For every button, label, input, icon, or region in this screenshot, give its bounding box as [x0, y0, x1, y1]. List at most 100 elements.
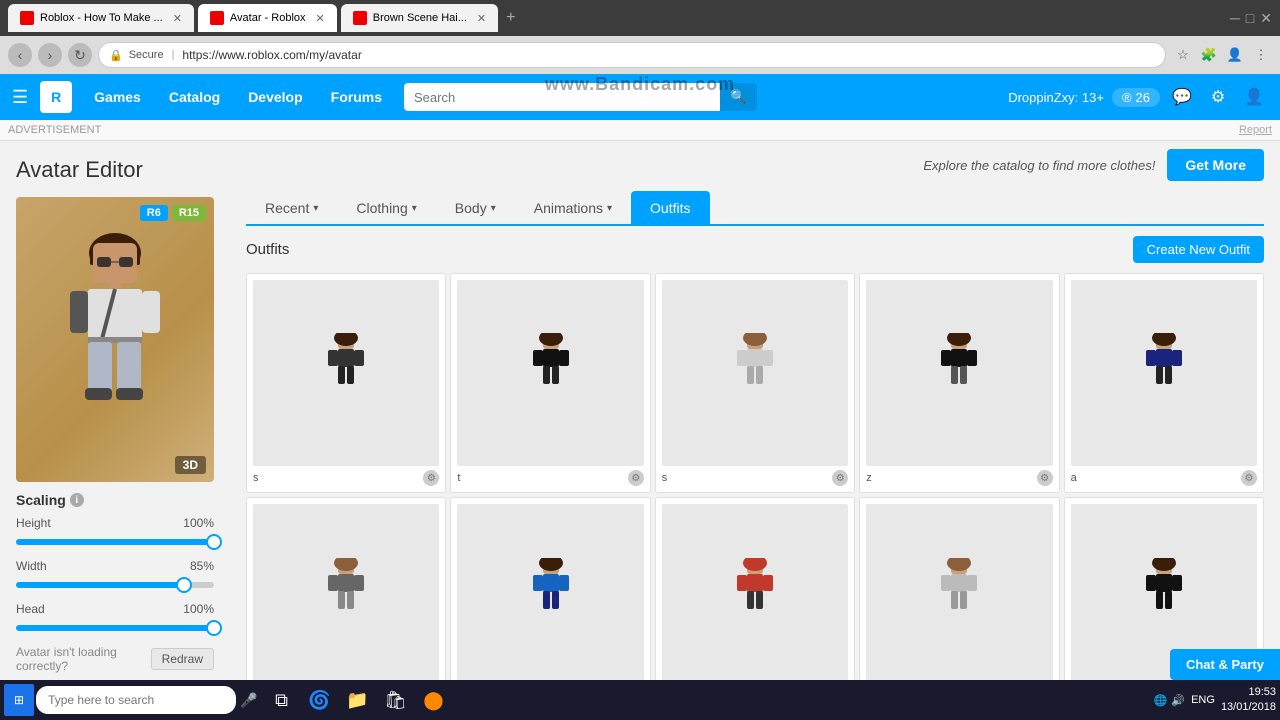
tab-recent[interactable]: Recent ▾ [246, 191, 337, 224]
r15-badge[interactable]: R15 [172, 205, 206, 221]
head-label: Head [16, 602, 45, 616]
tab2-close[interactable]: ✕ [316, 12, 325, 25]
right-panel: Explore the catalog to find more clothes… [230, 141, 1280, 717]
head-row: Head 100% [16, 602, 214, 637]
maximize-btn[interactable]: □ [1246, 10, 1254, 26]
outfit-card[interactable]: s ⚙ [246, 273, 446, 493]
head-slider[interactable] [16, 619, 214, 637]
clock-date: 13/01/2018 [1221, 700, 1276, 715]
address-bar[interactable]: 🔒 Secure | https://www.roblox.com/my/ava… [98, 42, 1166, 68]
outfit-card[interactable]: s ⚙ [655, 273, 855, 493]
close-btn[interactable]: ✕ [1260, 10, 1272, 27]
nav-forums[interactable]: Forums [317, 74, 396, 120]
outfit-image [253, 504, 439, 690]
taskbar-app-icons: ⧉ 🌀 📁 🛍 ⬤ [264, 682, 452, 718]
width-fill [16, 582, 184, 588]
windows-icon: ⊞ [14, 693, 24, 707]
nav-catalog[interactable]: Catalog [155, 74, 234, 120]
new-tab-btn[interactable]: + [506, 9, 515, 27]
outfit-image [662, 280, 848, 466]
outfit-card[interactable]: z ⚙ [859, 273, 1059, 493]
outfit-card[interactable]: t ⚙ [450, 273, 650, 493]
roblox-logo[interactable]: R [40, 81, 72, 113]
height-fill [16, 539, 214, 545]
clothing-dropdown-arrow: ▾ [412, 203, 417, 214]
tab3-close[interactable]: ✕ [477, 12, 486, 25]
taskbar-edge-icon[interactable]: 🌀 [302, 682, 338, 718]
chat-icon[interactable]: 💬 [1168, 83, 1196, 111]
search-button[interactable]: 🔍 [720, 83, 757, 111]
tab-body[interactable]: Body ▾ [436, 191, 515, 224]
outfit-card[interactable]: a ⚙ [1064, 273, 1264, 493]
3d-toggle-btn[interactable]: 3D [175, 456, 206, 474]
start-button[interactable]: ⊞ [4, 684, 34, 716]
browser-tabs-bar: Roblox - How To Make ... ✕ Avatar - Robl… [0, 0, 1280, 36]
tab-clothing[interactable]: Clothing ▾ [337, 191, 435, 224]
settings-icon[interactable]: ⋮ [1250, 44, 1272, 66]
extensions-icon[interactable]: 🧩 [1198, 44, 1220, 66]
outfit-gear-icon[interactable]: ⚙ [423, 470, 439, 486]
scaling-info-icon[interactable]: i [70, 493, 84, 507]
r6-badge[interactable]: R6 [140, 205, 168, 221]
outfit-gear-icon[interactable]: ⚙ [628, 470, 644, 486]
animations-dropdown-arrow: ▾ [607, 203, 612, 214]
taskbar-task-view[interactable]: ⧉ [264, 682, 300, 718]
scaling-title: Scaling i [16, 492, 214, 508]
volume-icon: 🔊 [1171, 694, 1185, 707]
head-thumb[interactable] [206, 620, 222, 636]
reload-btn[interactable]: ↻ [68, 43, 92, 67]
back-btn[interactable]: ‹ [8, 43, 32, 67]
height-label: Height [16, 516, 51, 530]
user-account-icon[interactable]: 👤 [1224, 44, 1246, 66]
chat-party-btn[interactable]: Chat & Party [1170, 649, 1280, 680]
nav-develop[interactable]: Develop [234, 74, 316, 120]
taskbar-explorer-icon[interactable]: 📁 [340, 682, 376, 718]
search-input[interactable] [404, 83, 724, 111]
avatar-preview: R6 R15 [16, 197, 214, 482]
taskbar-store-icon[interactable]: 🛍 [378, 682, 414, 718]
outfit-gear-icon[interactable]: ⚙ [1241, 470, 1257, 486]
browser-tab-3[interactable]: Brown Scene Hai... ✕ [341, 4, 498, 32]
browser-controls-bar: ‹ › ↻ 🔒 Secure | https://www.roblox.com/… [0, 36, 1280, 74]
profile-icon[interactable]: 👤 [1240, 83, 1268, 111]
tab1-close[interactable]: ✕ [173, 12, 182, 25]
username-label: DroppinZxy: 13+ [1008, 90, 1104, 105]
robux-badge[interactable]: ® 26 [1112, 88, 1160, 107]
height-slider[interactable] [16, 533, 214, 551]
height-value: 100% [183, 516, 214, 530]
outfits-section-title: Outfits [246, 241, 289, 258]
get-more-button[interactable]: Get More [1167, 149, 1264, 181]
taskbar-mic-icon[interactable]: 🎤 [240, 692, 257, 709]
create-outfit-button[interactable]: Create New Outfit [1133, 236, 1264, 263]
browser-tab-2[interactable]: Avatar - Roblox ✕ [198, 4, 337, 32]
tab-outfits[interactable]: Outfits [631, 191, 709, 224]
minimize-btn[interactable]: ─ [1230, 10, 1240, 26]
outfit-gear-icon[interactable]: ⚙ [1037, 470, 1053, 486]
width-thumb[interactable] [176, 577, 192, 593]
tab2-favicon [210, 11, 224, 25]
body-dropdown-arrow: ▾ [491, 203, 496, 214]
taskbar-search-input[interactable] [36, 686, 236, 714]
hamburger-menu[interactable]: ☰ [12, 87, 28, 108]
bookmark-icon[interactable]: ☆ [1172, 44, 1194, 66]
outfit-image [457, 280, 643, 466]
robux-count: 26 [1136, 90, 1150, 105]
report-link[interactable]: Report [1239, 124, 1272, 136]
outfits-header: Outfits Create New Outfit [246, 236, 1264, 263]
main-content: Avatar Editor R6 R15 [0, 141, 1280, 717]
browser-tab-1[interactable]: Roblox - How To Make ... ✕ [8, 4, 194, 32]
left-panel: Avatar Editor R6 R15 [0, 141, 230, 717]
outfit-image [253, 280, 439, 466]
nav-games[interactable]: Games [80, 74, 155, 120]
forward-btn[interactable]: › [38, 43, 62, 67]
outfit-image [662, 504, 848, 690]
settings-nav-icon[interactable]: ⚙ [1204, 83, 1232, 111]
height-thumb[interactable] [206, 534, 222, 550]
taskbar-clock: 19:53 13/01/2018 [1221, 685, 1276, 716]
tab-animations[interactable]: Animations ▾ [515, 191, 631, 224]
outfit-gear-icon[interactable]: ⚙ [832, 470, 848, 486]
redraw-btn[interactable]: Redraw [151, 648, 214, 670]
taskbar-chrome-icon[interactable]: ⬤ [416, 682, 452, 718]
outfit-image [1071, 280, 1257, 466]
width-slider[interactable] [16, 576, 214, 594]
